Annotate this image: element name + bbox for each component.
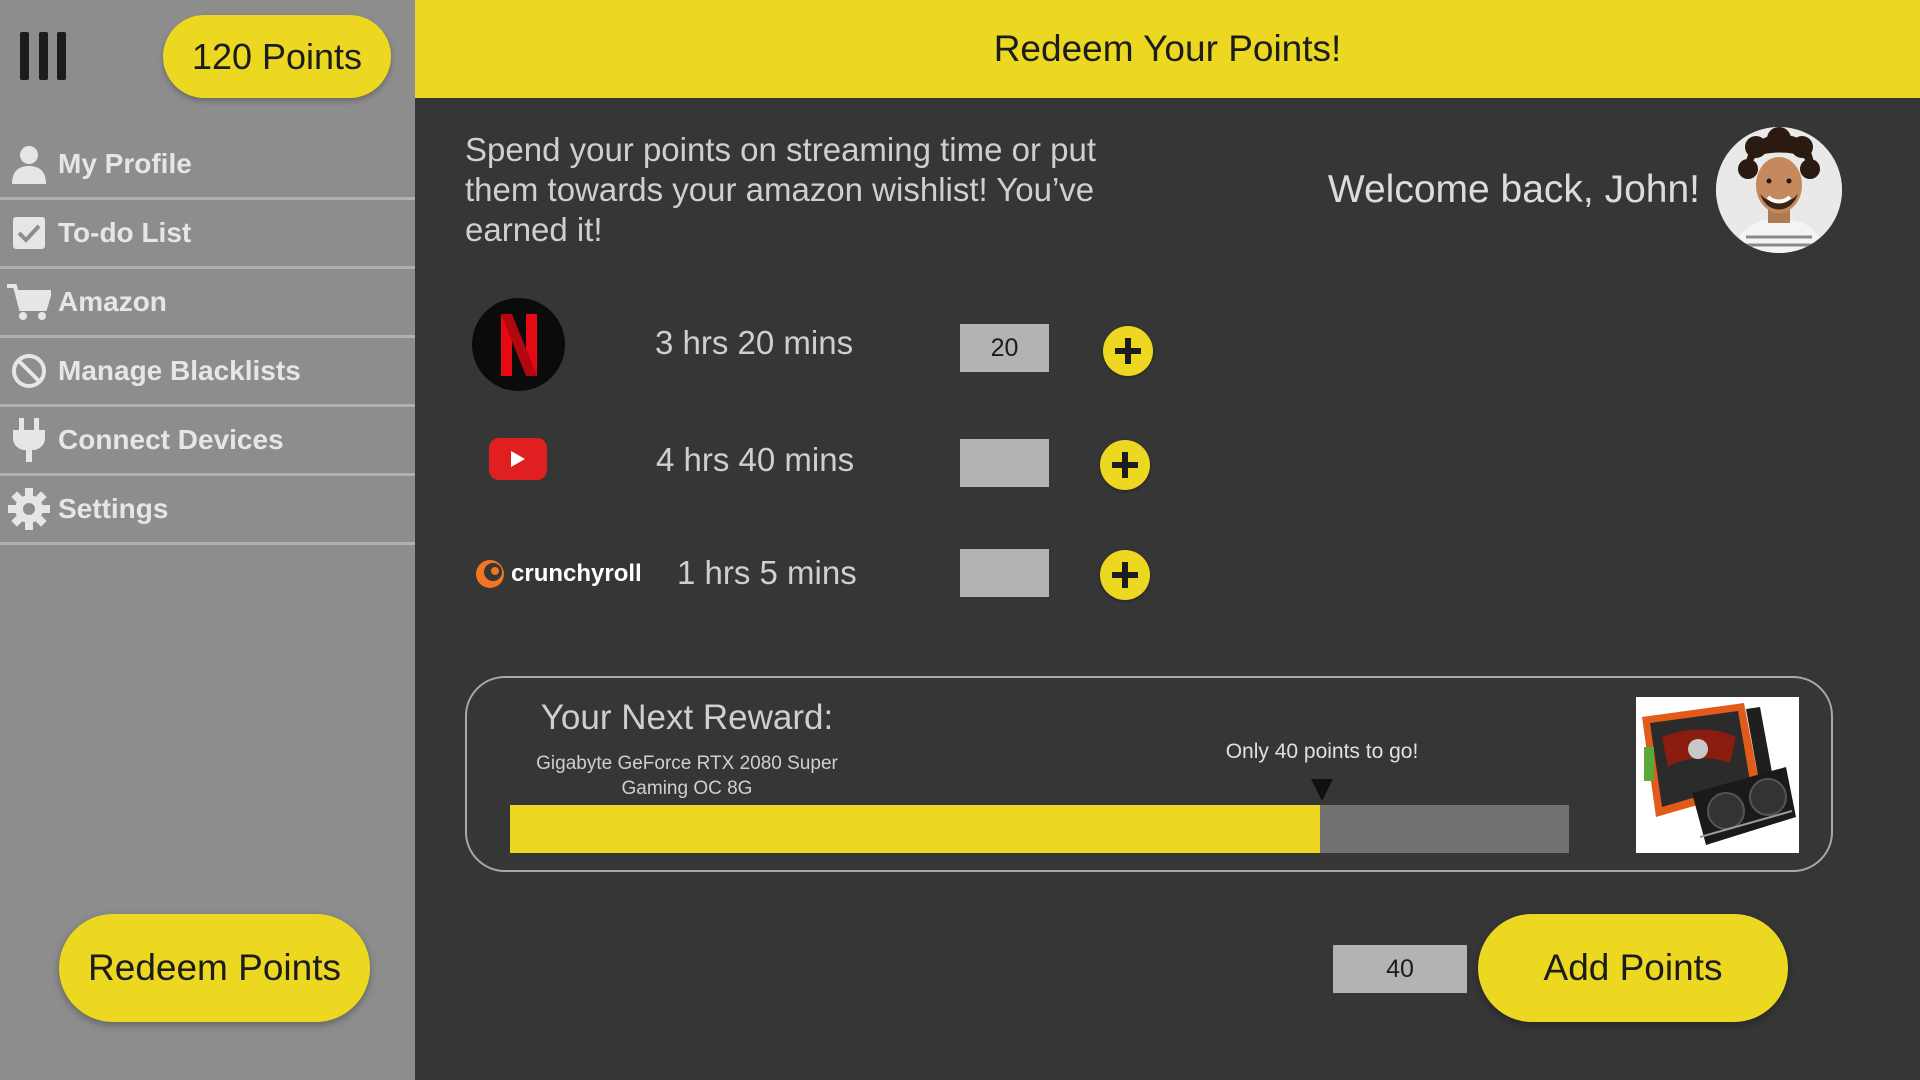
sidebar-item-connect-devices[interactable]: Connect Devices (0, 407, 415, 476)
youtube-logo-icon (489, 438, 547, 480)
page-title: Redeem Your Points! (993, 28, 1342, 69)
add-points-input[interactable] (1333, 945, 1467, 993)
reward-progress-bar (510, 805, 1569, 853)
service-row-youtube: 4 hrs 40 mins (465, 414, 1185, 506)
netflix-logo-icon (472, 298, 565, 391)
plug-icon (6, 418, 52, 462)
sidebar-nav: My Profile To-do List Amazon Manage Blac… (0, 131, 415, 545)
sidebar: 120 Points My Profile To-do List Amazon … (0, 0, 415, 1080)
netflix-add-button[interactable] (1103, 326, 1153, 376)
sidebar-item-manage-blacklists[interactable]: Manage Blacklists (0, 338, 415, 407)
crunchyroll-logo-text: crunchyroll (511, 560, 642, 587)
gear-icon (6, 488, 52, 530)
sidebar-item-my-profile[interactable]: My Profile (0, 131, 415, 200)
redeem-points-button[interactable]: Redeem Points (59, 914, 370, 1022)
plus-icon (1115, 338, 1141, 364)
sidebar-item-label: To-do List (58, 217, 192, 248)
youtube-time: 4 hrs 40 mins (656, 441, 855, 478)
crunchyroll-add-button[interactable] (1100, 550, 1150, 600)
points-badge: 120 Points (163, 15, 391, 98)
sidebar-item-label: Amazon (58, 286, 167, 317)
product-image[interactable] (1636, 697, 1799, 853)
avatar[interactable] (1716, 127, 1842, 253)
sidebar-item-amazon[interactable]: Amazon (0, 269, 415, 338)
crunchyroll-logo: crunchyroll (475, 554, 642, 594)
plus-icon (1112, 562, 1138, 588)
netflix-points-input[interactable] (960, 324, 1049, 372)
netflix-time: 3 hrs 20 mins (655, 324, 854, 361)
header-bar: Redeem Your Points! (415, 0, 1920, 98)
youtube-points-input[interactable] (960, 439, 1049, 487)
block-icon (6, 350, 52, 392)
service-row-netflix: 3 hrs 20 mins (465, 298, 1185, 392)
plus-icon (1112, 452, 1138, 478)
cart-icon (6, 281, 52, 323)
progress-marker-icon (1311, 779, 1333, 801)
sidebar-item-label: Settings (58, 493, 169, 524)
checkbox-icon (6, 212, 52, 254)
welcome-message: Welcome back, John! (1327, 168, 1700, 211)
intro-text: Spend your points on streaming time or p… (465, 131, 1097, 248)
service-row-crunchyroll: crunchyroll 1 hrs 5 mins (465, 526, 1185, 618)
reward-title: Your Next Reward: (540, 698, 834, 737)
crunchyroll-points-input[interactable] (960, 549, 1049, 597)
hamburger-menu-icon[interactable] (20, 32, 66, 80)
reward-points-to-go: Only 40 points to go! (1225, 740, 1419, 763)
crunchyroll-logo-icon (476, 560, 504, 588)
sidebar-item-label: Manage Blacklists (58, 355, 301, 386)
reward-progress-fill (510, 805, 1321, 853)
user-icon (6, 143, 52, 185)
youtube-add-button[interactable] (1100, 440, 1150, 490)
add-points-button[interactable]: Add Points (1478, 914, 1788, 1022)
reward-product-name: Gigabyte GeForce RTX 2080 Super Gaming O… (536, 753, 838, 799)
crunchyroll-time: 1 hrs 5 mins (677, 554, 857, 591)
sidebar-item-label: My Profile (58, 148, 192, 179)
next-reward-card: Your Next Reward: Gigabyte GeForce RTX 2… (465, 676, 1833, 872)
sidebar-item-todo-list[interactable]: To-do List (0, 200, 415, 269)
sidebar-item-label: Connect Devices (58, 424, 284, 455)
sidebar-item-settings[interactable]: Settings (0, 476, 415, 545)
